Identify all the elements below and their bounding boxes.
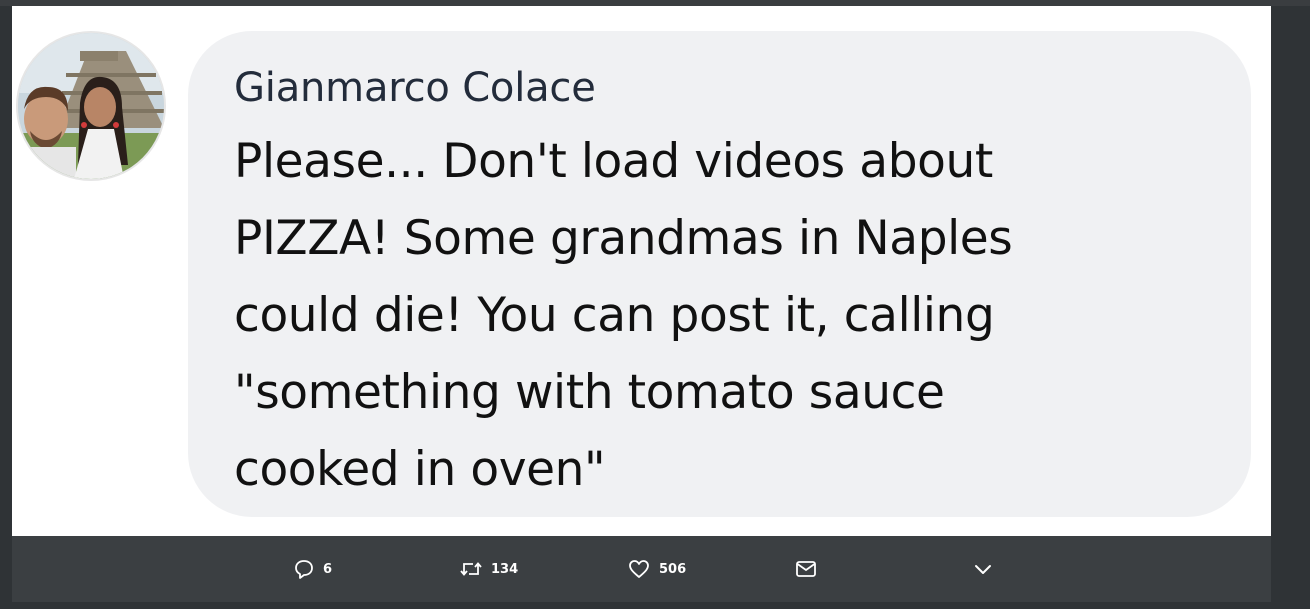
reply-count: 6 (323, 561, 333, 577)
envelope-icon (795, 560, 817, 578)
comment-bubble: Gianmarco Colace Please... Don't load vi… (188, 31, 1251, 517)
retweet-count: 134 (491, 561, 519, 577)
like-count: 506 (659, 561, 687, 577)
direct-message-button[interactable] (795, 558, 817, 580)
more-options-button[interactable] (973, 558, 993, 580)
speech-bubble-icon (294, 559, 314, 579)
comment-author[interactable]: Gianmarco Colace (234, 65, 596, 111)
like-button[interactable]: 506 (628, 558, 686, 580)
reply-button[interactable]: 6 (294, 558, 332, 580)
screenshot-frame: Gianmarco Colace Please... Don't load vi… (0, 0, 1310, 609)
tweet-action-bar: 6 134 506 (12, 536, 1271, 602)
retweet-button[interactable]: 134 (460, 558, 518, 580)
avatar-photo-icon (18, 33, 164, 179)
comment-text: Please... Don't load videos about PIZZA!… (234, 134, 1013, 497)
heart-icon (628, 559, 650, 579)
retweet-icon (460, 560, 482, 578)
chevron-down-icon (973, 562, 993, 576)
avatar[interactable] (16, 31, 166, 181)
comment-screenshot: Gianmarco Colace Please... Don't load vi… (12, 6, 1271, 536)
